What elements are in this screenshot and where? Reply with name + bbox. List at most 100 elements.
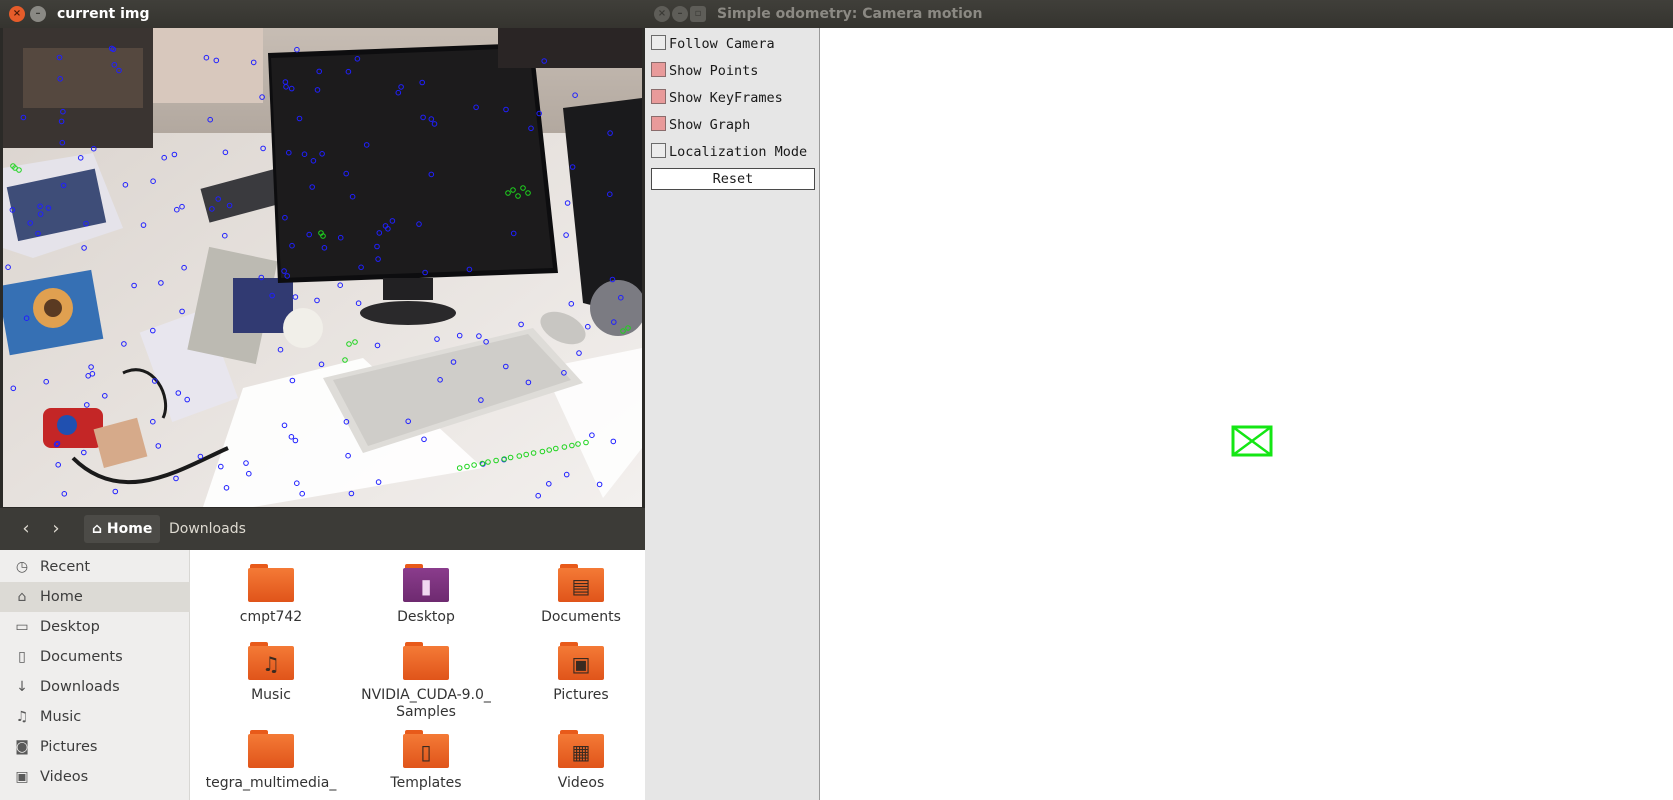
viewer-window-titlebar[interactable]: × – ▫ Simple odometry: Camera motion (645, 0, 1673, 28)
minimize-button[interactable]: – (672, 6, 688, 22)
sidebar-item-label: Desktop (40, 619, 100, 635)
file-name: NVIDIA_CUDA-9.0_ Samples (361, 687, 491, 720)
file-item[interactable]: ▤ Documents (511, 564, 645, 626)
places-sidebar: ◷ Recent ⌂ Home ▭ Desktop ▯ Documents ↓ Downloads… (0, 550, 190, 800)
file-item[interactable]: NVIDIA_CUDA-9.0_ Samples (356, 642, 496, 721)
file-name: Music (251, 687, 291, 703)
maximize-icon: ▫ (694, 8, 702, 19)
checkbox-box[interactable] (651, 61, 666, 77)
checkbox-box[interactable] (651, 142, 666, 158)
checkbox-label: Localization Mode (669, 144, 808, 160)
home-icon: ⌂ (17, 589, 27, 605)
minimize-icon: – (677, 8, 683, 19)
back-button[interactable]: ‹ (11, 516, 41, 542)
camera-frame (3, 28, 642, 507)
sidebar-item-label: Recent (40, 559, 91, 575)
pictures-folder-icon: ▣ (558, 642, 604, 680)
3d-viewer-canvas[interactable] (820, 28, 1673, 800)
document-icon: ▯ (18, 649, 26, 665)
sidebar-item-label: Music (40, 709, 82, 725)
checkbox-box[interactable] (651, 34, 666, 50)
window-title: current img (57, 6, 150, 22)
sidebar-item-music[interactable]: ♫ Music (0, 702, 190, 732)
file-name: Desktop (397, 609, 455, 625)
breadcrumb-home[interactable]: ⌂ Home (84, 515, 161, 543)
sidebar-item-home[interactable]: ⌂ Home (0, 582, 190, 612)
breadcrumb-label: Downloads (169, 521, 246, 537)
folder-icon (248, 564, 294, 602)
file-item[interactable]: ▯ Templates (356, 730, 496, 792)
sidebar-item-documents[interactable]: ▯ Documents (0, 642, 190, 672)
window-title: Simple odometry: Camera motion (717, 6, 983, 22)
sidebar-item-label: Pictures (40, 739, 98, 755)
control-panel: Reset Follow Camera Show Points Show KeyFr… (645, 28, 820, 800)
file-item[interactable]: ▣ Pictures (511, 642, 645, 704)
file-item[interactable]: ▮ Desktop (356, 564, 496, 626)
checkbox-localization-mode[interactable]: Localization Mode (651, 142, 807, 164)
close-icon: × (12, 8, 22, 19)
camera-frame-image (3, 28, 642, 507)
file-item[interactable]: ▦ Videos (511, 730, 645, 792)
close-icon: × (657, 8, 667, 19)
folder-icon (403, 642, 449, 680)
desktop-folder-icon: ▮ (403, 564, 449, 602)
sidebar-item-label: Home (40, 589, 83, 605)
forward-button[interactable]: › (41, 516, 71, 542)
minimize-icon: – (35, 8, 41, 19)
checkbox-follow-camera[interactable]: Follow Camera (651, 34, 775, 56)
maximize-button[interactable]: ▫ (690, 6, 706, 22)
templates-folder-icon: ▯ (403, 730, 449, 768)
sidebar-item-videos[interactable]: ▣ Videos (0, 762, 190, 792)
sidebar-item-label: Videos (40, 769, 89, 785)
close-button[interactable]: × (654, 6, 670, 22)
sidebar-item-label: Downloads (40, 679, 120, 695)
checkbox-show-graph[interactable]: Show Graph (651, 115, 750, 137)
file-name: Templates (390, 775, 462, 791)
camera-frustum-icon (1231, 425, 1273, 457)
camera-icon: ◙ (15, 739, 29, 755)
checkbox-box[interactable] (651, 88, 666, 104)
breadcrumb-label: Home (106, 521, 153, 537)
sidebar-item-desktop[interactable]: ▭ Desktop (0, 612, 190, 642)
file-name: tegra_multimedia_ (205, 775, 337, 791)
desktop-icon: ▭ (15, 619, 29, 635)
image-window-titlebar[interactable]: × – current img (0, 0, 645, 28)
checkbox-show-points[interactable]: Show Points (651, 61, 758, 83)
file-item[interactable]: tegra_multimedia_ (201, 730, 341, 792)
videos-folder-icon: ▦ (558, 730, 604, 768)
video-icon: ▣ (15, 769, 29, 785)
sidebar-item-downloads[interactable]: ↓ Downloads (0, 672, 190, 702)
chevron-left-icon: ‹ (22, 518, 30, 539)
reset-button[interactable]: Reset (651, 168, 815, 190)
current-image-window: × – current img (0, 0, 645, 508)
file-name: Pictures (553, 687, 609, 703)
breadcrumb-downloads[interactable]: Downloads (161, 515, 254, 543)
camera-motion-window: × – ▫ Simple odometry: Camera motion Res… (645, 0, 1673, 800)
checkbox-label: Show Points (669, 63, 759, 79)
music-folder-icon: ♫ (248, 642, 294, 680)
checkbox-label: Show KeyFrames (669, 90, 783, 106)
file-manager-toolbar: ‹ › ⌂ Home Downloads (0, 508, 645, 550)
checkbox-label: Follow Camera (669, 36, 775, 52)
clock-icon: ◷ (15, 559, 29, 575)
file-manager-window: ‹ › ⌂ Home Downloads ◷ Recent ⌂ Home ▭ Deskto… (0, 508, 645, 800)
file-name: cmpt742 (239, 609, 303, 625)
checkbox-box[interactable] (651, 115, 666, 131)
close-button[interactable]: × (9, 6, 25, 22)
sidebar-item-recent[interactable]: ◷ Recent (0, 552, 190, 582)
minimize-button[interactable]: – (30, 6, 46, 22)
file-name: Videos (557, 775, 605, 791)
home-icon: ⌂ (92, 521, 103, 537)
checkbox-label: Show Graph (669, 117, 751, 133)
file-item[interactable]: ♫ Music (201, 642, 341, 704)
download-icon: ↓ (16, 679, 28, 695)
checkbox-show-keyframes[interactable]: Show KeyFrames (651, 88, 783, 110)
chevron-right-icon: › (52, 518, 60, 539)
3d-scene (1231, 425, 1273, 457)
sidebar-item-pictures[interactable]: ◙ Pictures (0, 732, 190, 762)
file-grid: cmpt742 ▮ Desktop ▤ Documents ♫ Music NVIDIA_CU… (191, 550, 645, 800)
folder-icon (248, 730, 294, 768)
file-item[interactable]: cmpt742 (201, 564, 341, 626)
music-icon: ♫ (15, 709, 29, 725)
sidebar-item-label: Documents (40, 649, 123, 665)
